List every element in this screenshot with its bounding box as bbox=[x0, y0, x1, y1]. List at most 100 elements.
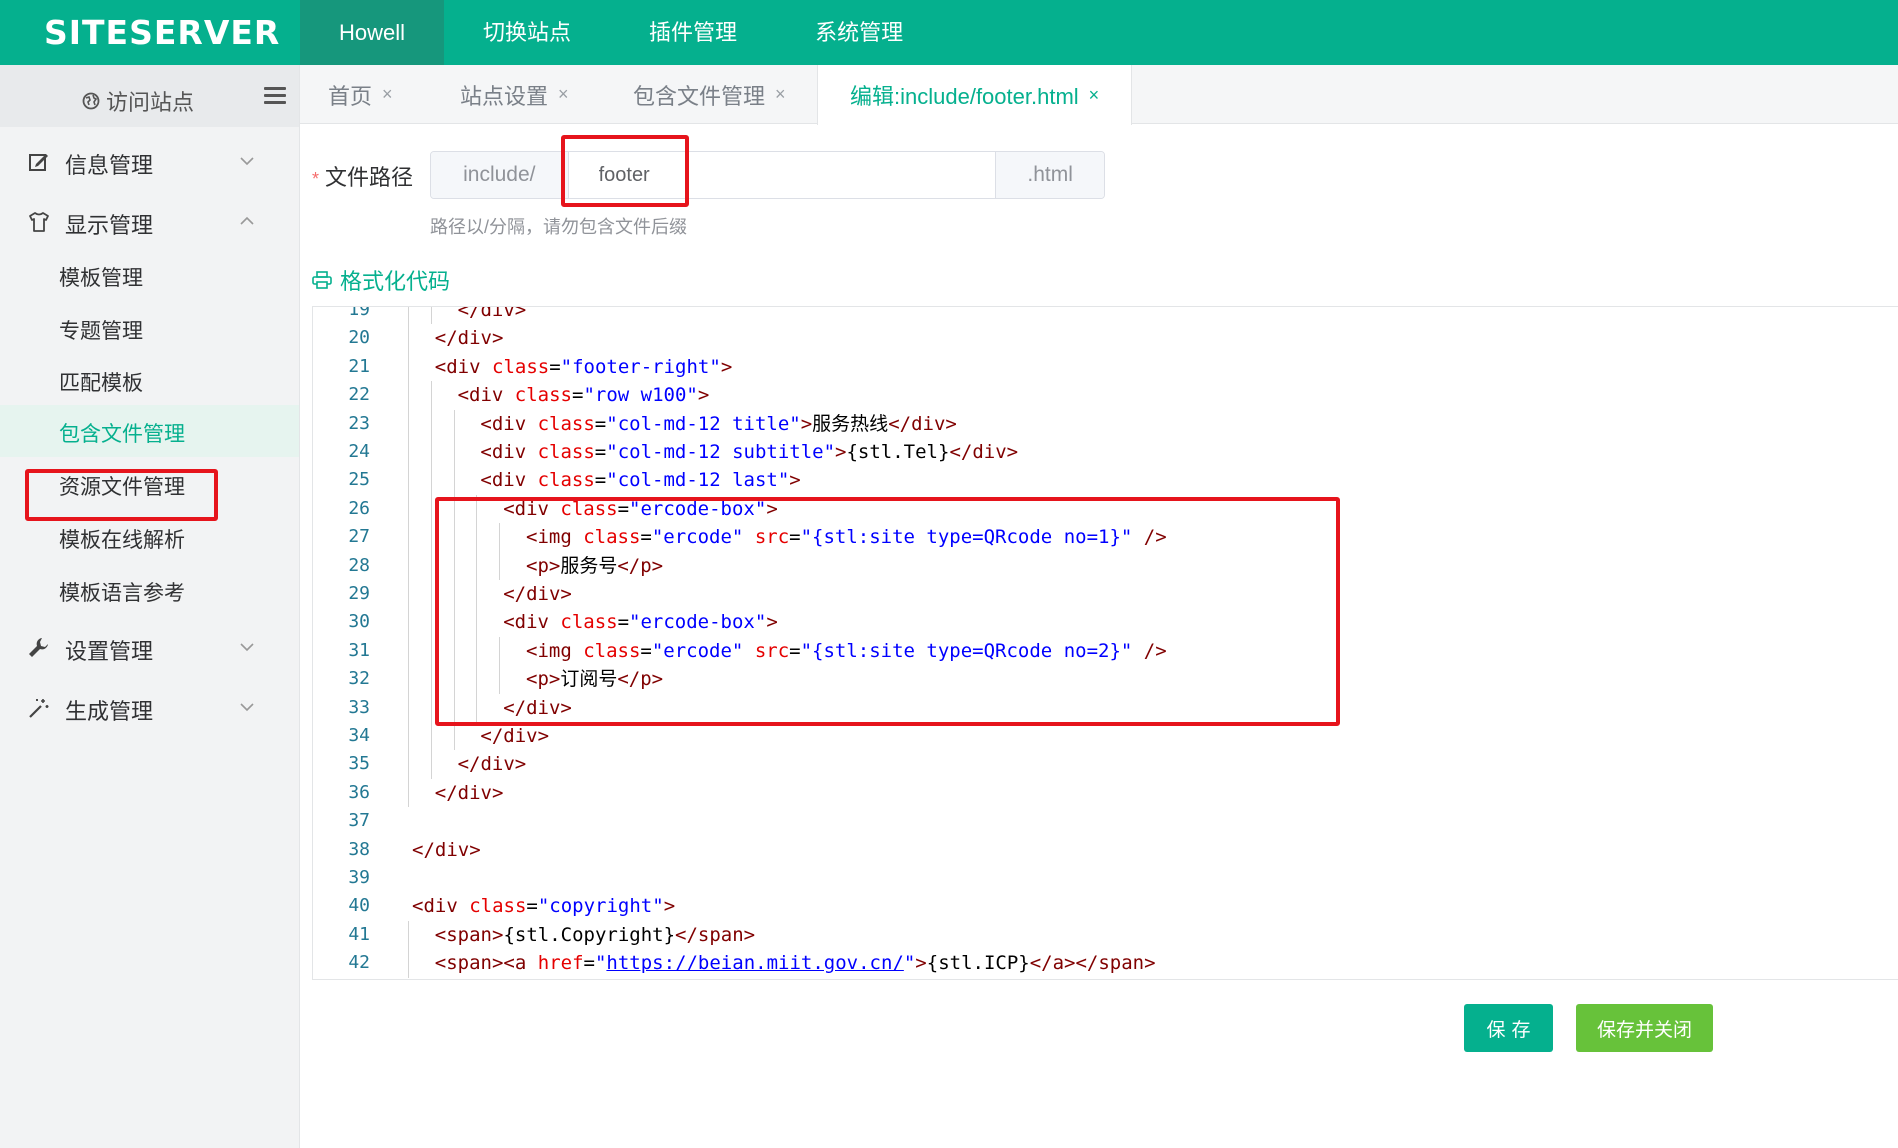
topnav-system[interactable]: 系统管理 bbox=[776, 0, 942, 65]
sidebar-item-specials[interactable]: 专题管理 bbox=[0, 302, 299, 354]
menu-group-display[interactable]: 显示管理 bbox=[0, 192, 299, 252]
indent-guide bbox=[476, 494, 478, 524]
code-token: = bbox=[526, 895, 538, 918]
file-path-input[interactable] bbox=[568, 152, 996, 198]
code-line: <div class="ercode-box"> bbox=[406, 608, 1898, 636]
code-token: > bbox=[766, 611, 778, 634]
topnav-site-howell[interactable]: Howell bbox=[300, 0, 445, 65]
code-line: </div> bbox=[406, 580, 1898, 608]
close-icon[interactable]: × bbox=[1089, 85, 1100, 106]
tab-edit-footer[interactable]: 编辑:include/footer.html × bbox=[817, 65, 1133, 125]
code-line: <div class="col-md-12 title">服务热线</div> bbox=[406, 410, 1898, 438]
code-token: </div> bbox=[888, 412, 957, 435]
sidebar-item-asset-files[interactable]: 资源文件管理 bbox=[0, 458, 299, 510]
code-token: <div bbox=[457, 384, 515, 407]
code-line: </div> bbox=[406, 324, 1898, 352]
sidebar-item-label: 模板管理 bbox=[59, 267, 143, 290]
indent-guide bbox=[476, 636, 478, 666]
chevron-down-icon bbox=[240, 643, 254, 652]
code-token: </a></span> bbox=[1029, 952, 1156, 975]
code-token: > bbox=[766, 497, 778, 520]
code-token: > bbox=[800, 412, 813, 435]
code-token: class bbox=[537, 441, 595, 463]
code-token: "ercode-box" bbox=[629, 497, 767, 520]
file-path-label: * 文件路径 bbox=[312, 160, 413, 192]
code-line: </div> bbox=[406, 779, 1898, 807]
code-line: <img class="ercode" src="{stl:site type=… bbox=[406, 637, 1898, 665]
code-token: </div> bbox=[949, 441, 1019, 463]
menu-group-label: 信息管理 bbox=[65, 153, 154, 178]
indent-guide bbox=[430, 409, 432, 438]
close-icon[interactable]: × bbox=[775, 84, 786, 105]
close-icon[interactable]: × bbox=[382, 84, 393, 105]
topnav-switch-site[interactable]: 切换站点 bbox=[444, 0, 610, 65]
save-button[interactable]: 保存 bbox=[1464, 1004, 1553, 1052]
line-number: 37 bbox=[348, 810, 370, 832]
sidebar-item-templates[interactable]: 模板管理 bbox=[0, 249, 299, 301]
sidebar-item-label: 资源文件管理 bbox=[59, 476, 185, 499]
code-token: " bbox=[903, 952, 916, 975]
code-line: <div class="col-md-12 last"> bbox=[406, 466, 1898, 494]
sidebar-item-label: 模板语言参考 bbox=[59, 582, 185, 605]
indent-guide bbox=[408, 551, 409, 580]
code-token: "ercode" bbox=[651, 639, 755, 662]
menu-group-settings[interactable]: 设置管理 bbox=[0, 618, 299, 678]
code-token: <div bbox=[434, 355, 492, 378]
menu-group-content[interactable]: 信息管理 bbox=[0, 132, 299, 192]
indent-guide bbox=[430, 466, 432, 495]
hamburger-icon[interactable] bbox=[264, 87, 286, 105]
line-number: 33 bbox=[348, 696, 370, 718]
code-token: "{stl:site type=QRcode no=2}" bbox=[800, 639, 1133, 662]
topnav-plugins[interactable]: 插件管理 bbox=[610, 0, 776, 65]
indent-guide bbox=[408, 920, 409, 950]
chevron-up-icon bbox=[240, 216, 254, 225]
save-and-close-button[interactable]: 保存并关闭 bbox=[1576, 1004, 1713, 1052]
code-content[interactable]: </div> </div> <div class="footer-right"> <d… bbox=[406, 307, 1898, 979]
code-line: <div class="footer-right"> bbox=[406, 353, 1898, 381]
indent-guide bbox=[408, 438, 409, 467]
line-number: 27 bbox=[348, 526, 370, 548]
sidebar-item-label: 匹配模板 bbox=[59, 372, 143, 395]
tab-home[interactable]: 首页 × bbox=[328, 65, 393, 124]
sidebar-item-include-files[interactable]: 包含文件管理 bbox=[0, 405, 299, 457]
indent-guide bbox=[499, 551, 501, 580]
top-bar: SITESERVER Howell 切换站点 插件管理 系统管理 bbox=[0, 0, 1898, 65]
line-number: 34 bbox=[348, 725, 370, 746]
line-number: 39 bbox=[348, 867, 370, 888]
indent-guide bbox=[476, 551, 478, 580]
code-token: = bbox=[789, 639, 801, 662]
indent-guide bbox=[453, 722, 455, 751]
indent-guide bbox=[430, 693, 432, 722]
sidebar-item-match-templates[interactable]: 匹配模板 bbox=[0, 354, 299, 406]
indent-guide bbox=[453, 409, 455, 438]
code-token[interactable]: https://beian.miit.gov.cn/ bbox=[606, 952, 903, 974]
sidebar-item-label: 模板在线解析 bbox=[59, 529, 185, 552]
tab-include-files[interactable]: 包含文件管理 × bbox=[633, 65, 786, 124]
code-editor[interactable]: 19 20 21 22 23 24 25 26 27 28 29 30 31 32 33 34 35 36 37 38… bbox=[312, 306, 1898, 980]
indent-guide bbox=[476, 523, 478, 552]
file-path-input-group: include/ .html bbox=[430, 151, 1105, 199]
indent-guide bbox=[453, 494, 455, 524]
visit-site-label: 访问站点 bbox=[106, 90, 195, 115]
code-token: </p> bbox=[617, 668, 664, 691]
code-line: <span><a href="https://beian.miit.gov.cn… bbox=[406, 949, 1898, 977]
sidebar-item-template-preview[interactable]: 模板在线解析 bbox=[0, 511, 299, 563]
chevron-down-icon bbox=[240, 157, 254, 166]
indent-guide bbox=[430, 608, 432, 637]
close-icon[interactable]: × bbox=[558, 84, 569, 105]
siteserver-logo[interactable]: SITESERVER bbox=[44, 10, 280, 54]
wrench-icon bbox=[29, 638, 48, 657]
code-token: {stl.Tel} bbox=[846, 441, 950, 463]
tab-label: 包含文件管理 bbox=[633, 83, 766, 109]
code-token: = bbox=[617, 611, 630, 634]
visit-site-link[interactable]: 访问站点 bbox=[82, 85, 194, 117]
tab-site-settings[interactable]: 站点设置 × bbox=[460, 65, 569, 124]
code-token: </div> bbox=[412, 838, 481, 861]
code-token: </div> bbox=[434, 781, 504, 804]
sidebar-item-template-reference[interactable]: 模板语言参考 bbox=[0, 564, 299, 616]
format-code-button[interactable]: 格式化代码 bbox=[312, 264, 450, 296]
code-token: "row w100" bbox=[583, 384, 698, 407]
menu-group-generate[interactable]: 生成管理 bbox=[0, 678, 299, 738]
code-line: </div> bbox=[406, 307, 1898, 324]
